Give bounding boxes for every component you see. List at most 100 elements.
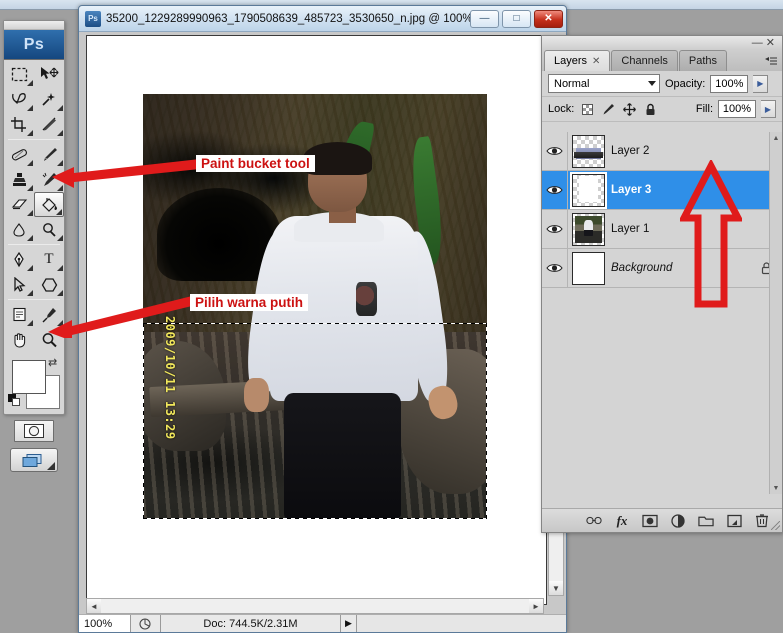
notes-tool[interactable]	[4, 302, 34, 327]
healing-brush-tool[interactable]	[4, 142, 34, 167]
new-group-button[interactable]	[698, 513, 714, 529]
fill-slider-button[interactable]: ▶	[761, 100, 776, 118]
layer-row-layer-2[interactable]: Layer 2	[542, 132, 782, 171]
tab-channels-label: Channels	[621, 55, 668, 67]
document-size-info: Doc: 744.5K/2.31M	[161, 615, 341, 632]
fill-input[interactable]: 100%	[718, 100, 756, 118]
panel-window-controls[interactable]: —✕	[752, 36, 778, 49]
history-brush-tool[interactable]	[34, 167, 64, 192]
tab-channels[interactable]: Channels	[611, 50, 678, 71]
layers-panel: —✕ Layers ✕ Channels Paths Normal Opacit…	[541, 35, 783, 533]
scroll-right-arrow[interactable]: ►	[529, 599, 543, 613]
tab-paths[interactable]: Paths	[678, 50, 728, 71]
delete-layer-button[interactable]	[754, 513, 770, 529]
document-body: 2009/10/11 13:29 ▲ ▼ ◄ ► 100%	[79, 32, 566, 632]
zoom-level-field[interactable]: 100%	[79, 615, 131, 632]
dodge-tool[interactable]	[34, 217, 64, 242]
window-controls: — □ ✕	[470, 9, 563, 28]
opacity-slider-button[interactable]: ▶	[753, 74, 769, 93]
panel-resize-grip[interactable]	[771, 521, 780, 530]
minimize-button[interactable]: —	[470, 9, 499, 28]
blur-tool[interactable]	[4, 217, 34, 242]
eyedropper-tool[interactable]	[34, 302, 64, 327]
lock-all-icon[interactable]	[644, 103, 657, 116]
slice-tool[interactable]	[34, 112, 64, 137]
layers-scroll-down-arrow[interactable]: ▼	[770, 482, 782, 494]
panel-menu-icon[interactable]	[764, 55, 778, 69]
canvas[interactable]: 2009/10/11 13:29	[86, 35, 547, 605]
move-tool[interactable]	[34, 62, 64, 87]
layer-thumbnail[interactable]	[572, 134, 605, 168]
layer-name[interactable]: Background	[611, 262, 760, 274]
layer-visibility-toggle[interactable]	[542, 249, 568, 287]
tab-paths-label: Paths	[688, 55, 718, 67]
document-icon: Ps	[85, 10, 101, 27]
document-horizontal-scrollbar[interactable]: ◄ ►	[86, 598, 544, 614]
swap-colors-icon[interactable]: ⇄	[48, 358, 60, 370]
tab-layers[interactable]: Layers ✕	[544, 50, 611, 71]
photoshop-logo: Ps	[4, 30, 64, 60]
thumbnail-content	[578, 176, 599, 203]
document-statusbar: 100% Doc: 744.5K/2.31M ▶	[79, 614, 566, 632]
opacity-input[interactable]: 100%	[710, 74, 749, 93]
layer-row-background[interactable]: Background	[542, 249, 782, 288]
layer-row-layer-3[interactable]: Layer 3	[542, 171, 782, 210]
scroll-down-arrow[interactable]: ▼	[549, 581, 563, 595]
scroll-left-arrow[interactable]: ◄	[87, 599, 101, 613]
lock-image-pixels-icon[interactable]	[602, 103, 615, 116]
brush-tool[interactable]	[34, 142, 64, 167]
thumbnail-content	[574, 151, 603, 159]
add-layer-mask-button[interactable]	[642, 513, 658, 529]
zoom-tool[interactable]	[34, 327, 64, 352]
document-title: 35200_1229289990963_1790508639_485723_35…	[106, 12, 470, 25]
layer-style-button[interactable]: fx	[614, 513, 630, 529]
paint-bucket-annotation-label: Paint bucket tool	[196, 155, 315, 172]
document-titlebar[interactable]: Ps 35200_1229289990963_1790508639_485723…	[79, 6, 566, 32]
layer-name[interactable]: Layer 1	[611, 223, 778, 235]
layer-thumbnail[interactable]	[572, 173, 605, 207]
layer-thumbnail[interactable]	[572, 251, 605, 285]
layers-scrollbar[interactable]: ▲ ▼	[769, 132, 782, 494]
tools-palette-grip[interactable]	[4, 21, 64, 30]
panel-minimize-icon[interactable]: —	[752, 37, 766, 49]
magic-wand-tool[interactable]	[34, 87, 64, 112]
layer-row-layer-1[interactable]: Layer 1	[542, 210, 782, 249]
lock-position-icon[interactable]	[623, 102, 637, 116]
layer-visibility-toggle[interactable]	[542, 171, 568, 209]
close-icon[interactable]: ✕	[592, 56, 600, 67]
shape-tool[interactable]	[34, 272, 64, 297]
layer-visibility-toggle[interactable]	[542, 210, 568, 248]
layer-name[interactable]: Layer 2	[611, 145, 778, 157]
new-fill-adjustment-layer-button[interactable]	[670, 513, 686, 529]
blend-mode-select[interactable]: Normal	[548, 74, 660, 93]
layer-thumbnail[interactable]	[572, 212, 605, 246]
link-layers-button[interactable]	[586, 513, 602, 529]
blend-opacity-row: Normal Opacity: 100% ▶	[542, 71, 782, 97]
foreground-color-swatch[interactable]	[12, 360, 46, 394]
panel-close-icon[interactable]: ✕	[766, 37, 778, 49]
quick-mask-mode-button[interactable]	[14, 420, 54, 442]
statusbar-menu-arrow[interactable]: ▶	[341, 615, 357, 632]
eraser-tool[interactable]	[4, 192, 34, 217]
layers-scroll-up-arrow[interactable]: ▲	[770, 132, 782, 144]
close-button[interactable]: ✕	[534, 9, 563, 28]
type-tool[interactable]: T	[34, 247, 64, 272]
pen-tool[interactable]	[4, 247, 34, 272]
layer-visibility-toggle[interactable]	[542, 132, 568, 170]
layer-name[interactable]: Layer 3	[611, 184, 778, 196]
rectangular-marquee-tool[interactable]	[4, 62, 34, 87]
lasso-tool[interactable]	[4, 87, 34, 112]
clone-stamp-tool[interactable]	[4, 167, 34, 192]
path-selection-tool[interactable]	[4, 272, 34, 297]
hand-tool[interactable]	[4, 327, 34, 352]
maximize-button[interactable]: □	[502, 9, 531, 28]
document-window: Ps 35200_1229289990963_1790508639_485723…	[78, 5, 567, 633]
new-layer-button[interactable]	[726, 513, 742, 529]
paint-bucket-tool[interactable]	[34, 192, 64, 217]
statusbar-proxy-icon[interactable]	[131, 615, 161, 632]
lock-transparent-pixels-icon[interactable]	[581, 103, 594, 116]
panel-titlebar[interactable]: —✕	[542, 36, 782, 49]
crop-tool[interactable]	[4, 112, 34, 137]
screen-mode-button[interactable]	[10, 448, 58, 472]
default-colors-icon[interactable]	[8, 394, 21, 407]
